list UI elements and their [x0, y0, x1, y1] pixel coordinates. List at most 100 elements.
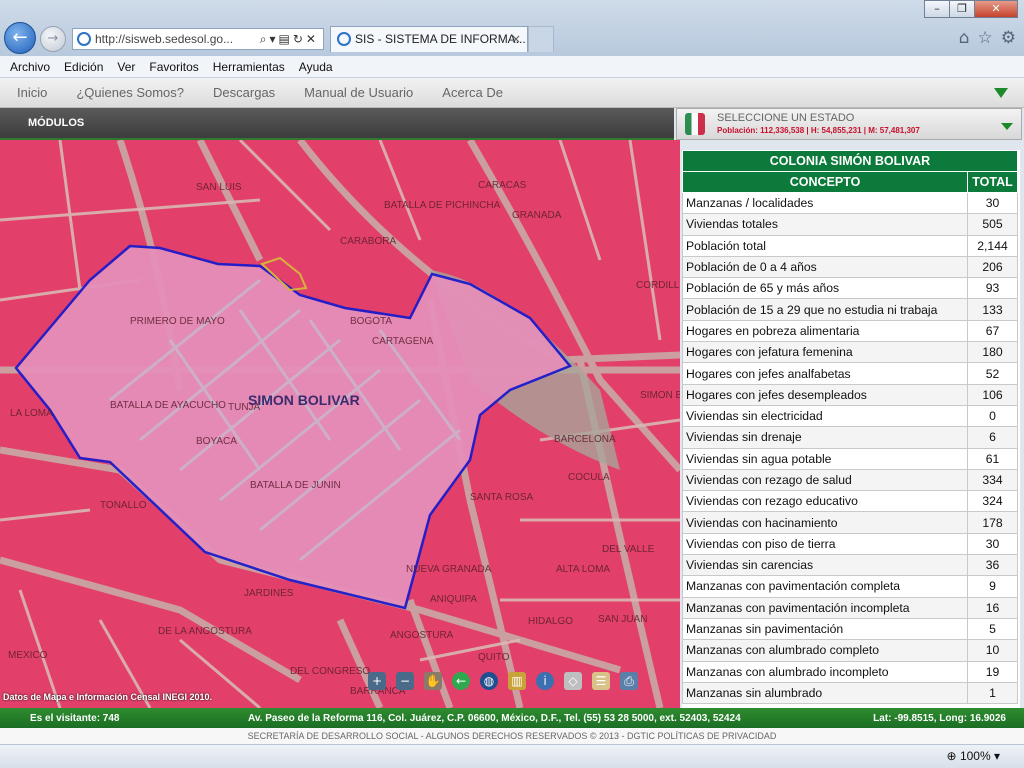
street-label: QUITO	[478, 652, 510, 663]
total-cell: 324	[967, 490, 1018, 513]
measure-icon[interactable]: ▥	[508, 672, 526, 690]
table-row: Viviendas con hacinamiento 178	[682, 511, 1018, 534]
total-cell: 505	[967, 213, 1018, 236]
street-label: JARDINES	[244, 588, 294, 599]
nav-acerca-de[interactable]: Acerca De	[442, 85, 503, 100]
table-row: Hogares con jefes desempleados 106	[682, 383, 1018, 406]
address-bar[interactable]: http://sisweb.sedesol.go... ⌕▾▤↻✕	[72, 28, 324, 50]
maximize-button[interactable]: ❐	[949, 0, 975, 18]
table-row: Viviendas totales 505	[682, 213, 1018, 236]
map-credit: Datos de Mapa e Información Censal INEGI…	[3, 692, 213, 702]
browser-titlebar: – ❐ ✕ ← → http://sisweb.sedesol.go... ⌕▾…	[0, 0, 1024, 56]
info-icon[interactable]: i	[536, 672, 554, 690]
concepto-cell: Viviendas sin drenaje	[682, 426, 968, 449]
nav-dropdown-arrow-icon[interactable]	[994, 88, 1008, 98]
concepto-cell: Población de 65 y más años	[682, 277, 968, 300]
total-cell: 61	[967, 447, 1018, 470]
street-label: HIDALGO	[528, 616, 574, 627]
close-window-button[interactable]: ✕	[974, 0, 1018, 18]
print-icon[interactable]: ⎙	[620, 672, 638, 690]
menu-archivo[interactable]: Archivo	[10, 60, 50, 74]
table-row: Población total 2,144	[682, 234, 1018, 257]
nav-manual[interactable]: Manual de Usuario	[304, 85, 413, 100]
street-label: MEXICO	[8, 650, 48, 661]
zoom-in-icon[interactable]: +	[368, 672, 386, 690]
nav-quienes-somos[interactable]: ¿Quienes Somos?	[76, 85, 184, 100]
new-tab-button[interactable]	[528, 26, 554, 52]
back-arrow-icon[interactable]: ←	[452, 672, 470, 690]
table-row: Manzanas / localidades 30	[682, 191, 1018, 215]
menu-favoritos[interactable]: Favoritos	[149, 60, 198, 74]
window-controls: – ❐ ✕	[924, 0, 1018, 18]
table-row: Viviendas sin electricidad 0	[682, 404, 1018, 428]
copyright-bar[interactable]: SECRETARÍA DE DESARROLLO SOCIAL - ALGUNO…	[0, 728, 1024, 744]
menu-ayuda[interactable]: Ayuda	[299, 60, 333, 74]
concepto-cell: Viviendas con rezago de salud	[682, 468, 968, 492]
concepto-cell: Hogares con jefes desempleados	[682, 383, 968, 406]
browser-toolbar-icons: ⌂ ☆ ⚙	[959, 28, 1016, 48]
concepto-cell: Manzanas con alumbrado incompleto	[682, 660, 968, 683]
table-row: Manzanas con alumbrado incompleto 19	[682, 660, 1018, 683]
street-label: DEL CONGRESO	[290, 666, 371, 677]
legend-icon[interactable]: ☰	[592, 672, 610, 690]
home-icon[interactable]: ⌂	[959, 28, 970, 48]
total-cell: 180	[967, 341, 1018, 364]
table-row: Manzanas con pavimentación completa 9	[682, 575, 1018, 598]
zoom-out-icon[interactable]: −	[396, 672, 414, 690]
menu-edicion[interactable]: Edición	[64, 60, 103, 74]
eraser-icon[interactable]: ◇	[564, 672, 582, 690]
table-row: Población de 65 y más años 93	[682, 277, 1018, 300]
street-label: CARTAGENA	[372, 336, 434, 347]
street-label: BOGOTA	[350, 316, 393, 327]
back-button[interactable]: ←	[4, 22, 36, 54]
coordinates-readout: Lat: -99.8515, Long: 16.9026	[873, 713, 1006, 724]
site-nav: Inicio ¿Quienes Somos? Descargas Manual …	[0, 78, 1024, 108]
table-row: Manzanas con pavimentación incompleta 16	[682, 596, 1018, 619]
total-cell: 0	[967, 404, 1018, 428]
chevron-down-icon[interactable]	[1001, 123, 1013, 130]
menu-herramientas[interactable]: Herramientas	[213, 60, 285, 74]
pan-hand-icon[interactable]: ✋	[424, 672, 442, 690]
street-label: DE LA ANGOSTURA	[158, 626, 252, 637]
table-row: Viviendas sin drenaje 6	[682, 426, 1018, 449]
table-row: Población de 15 a 29 que no estudia ni t…	[682, 298, 1018, 321]
concepto-cell: Viviendas con rezago educativo	[682, 490, 968, 513]
favorites-star-icon[interactable]: ☆	[978, 28, 993, 48]
map-view[interactable]: SIMON BOLIVAR SAN LUIS CARABORA BATALLA …	[0, 140, 680, 708]
zoom-level[interactable]: ⊕ 100% ▾	[947, 749, 1000, 763]
table-row: Viviendas con rezago educativo 324	[682, 490, 1018, 513]
street-label: SANTA ROSA	[470, 492, 534, 503]
map-toolbar: + − ✋ ← ◍ ▥ i ◇ ☰ ⎙	[368, 672, 638, 690]
site-footer: Es el visitante: 748 Av. Paseo de la Ref…	[0, 708, 1024, 728]
street-label: BATALLA DE AYACUCHO	[110, 400, 226, 411]
total-cell: 30	[967, 532, 1018, 556]
concepto-cell: Viviendas sin agua potable	[682, 447, 968, 470]
mexico-map-icon	[685, 113, 705, 135]
street-label: ALTA LOMA	[556, 564, 611, 575]
concepto-cell: Manzanas / localidades	[682, 191, 968, 215]
street-label: TONALLO	[100, 500, 147, 511]
globe-icon[interactable]: ◍	[480, 672, 498, 690]
street-label: ANIQUIPA	[430, 594, 478, 605]
browser-menubar: Archivo Edición Ver Favoritos Herramient…	[0, 56, 1024, 78]
modulos-bar[interactable]: MÓDULOS	[0, 108, 674, 140]
total-cell: 106	[967, 383, 1018, 406]
street-label: LA LOMA	[10, 408, 53, 419]
nav-descargas[interactable]: Descargas	[213, 85, 275, 100]
address-text: http://sisweb.sedesol.go...	[95, 32, 234, 46]
total-cell: 52	[967, 362, 1018, 385]
forward-button[interactable]: →	[40, 26, 66, 52]
menu-ver[interactable]: Ver	[117, 60, 135, 74]
nav-inicio[interactable]: Inicio	[17, 85, 47, 100]
minimize-button[interactable]: –	[924, 0, 950, 18]
settings-gear-icon[interactable]: ⚙	[1001, 28, 1016, 48]
street-label: SIMON BOLIVAR	[640, 390, 680, 401]
state-selector[interactable]: SELECCIONE UN ESTADO Población: 112,336,…	[676, 108, 1022, 140]
tab-close-icon[interactable]: ×	[511, 27, 521, 51]
table-title: COLONIA SIMÓN BOLIVAR	[682, 150, 1018, 172]
tab-sis[interactable]: SIS - SISTEMA DE INFORMA... ×	[330, 26, 528, 52]
total-cell: 5	[967, 617, 1018, 641]
stats-table-body: Manzanas / localidades 30 Viviendas totale…	[682, 191, 1018, 705]
table-row: Manzanas sin alumbrado 1	[682, 681, 1018, 705]
address-tools-icon[interactable]: ⌕▾▤↻✕	[260, 29, 319, 49]
